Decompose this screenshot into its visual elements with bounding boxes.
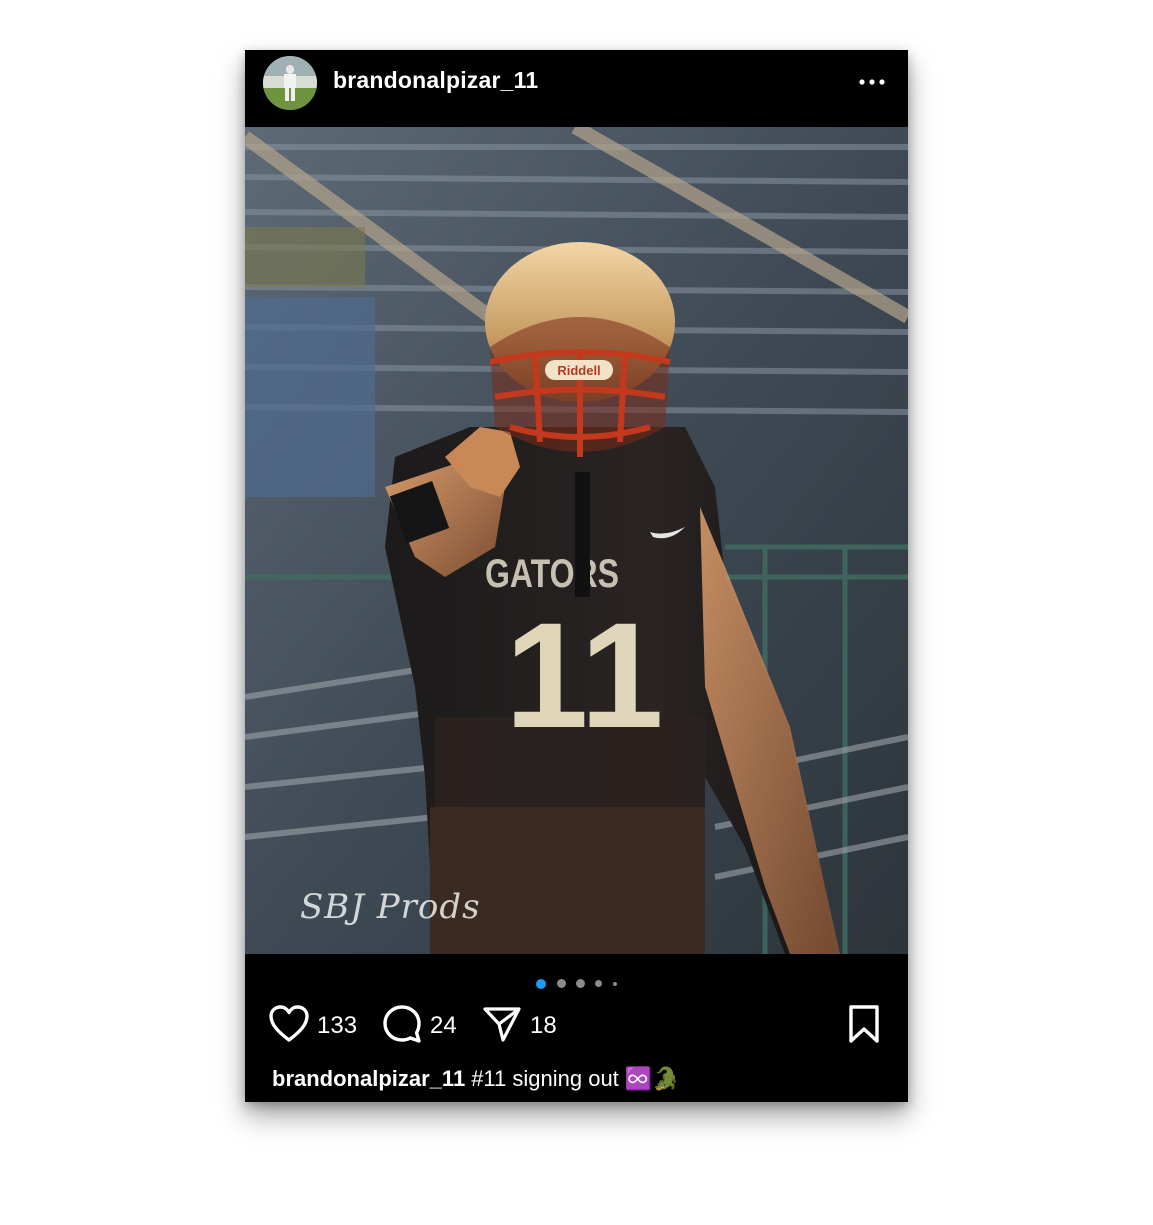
caption-text: #11 signing out ♾️🐊 [471,1066,680,1091]
more-options-icon[interactable] [856,70,888,94]
post-caption: brandonalpizar_11 #11 signing out ♾️🐊 [272,1066,680,1092]
carousel-dot-active [536,978,547,989]
post-photo[interactable]: GATORS 11 Riddell SBJ Prods [245,127,908,954]
carousel-indicator [245,975,908,989]
instagram-post: brandonalpizar_11 GATORS 11 Riddell SBJ … [245,50,908,1102]
post-header: brandonalpizar_11 [245,50,908,127]
helmet-brand: Riddell [557,363,600,378]
photo-watermark: SBJ Prods [300,887,481,927]
comment-button[interactable]: 24 [382,1004,457,1049]
caption-username[interactable]: brandonalpizar_11 [272,1066,465,1091]
share-button[interactable]: 18 [482,1005,557,1047]
bookmark-icon[interactable] [846,1004,882,1049]
heart-icon[interactable] [269,1004,309,1048]
svg-text:GATORS: GATORS [485,551,619,596]
paper-plane-icon[interactable] [482,1004,522,1049]
post-username[interactable]: brandonalpizar_11 [333,67,538,94]
svg-text:11: 11 [505,591,664,759]
comment-count: 24 [430,1012,457,1039]
like-count: 133 [317,1012,358,1039]
share-count: 18 [530,1012,557,1039]
action-bar: 133 24 18 [245,1004,908,1049]
save-button[interactable] [846,1004,882,1049]
avatar[interactable] [263,56,317,110]
carousel-dot [556,979,566,989]
like-button[interactable]: 133 [269,1004,358,1048]
carousel-dot [576,979,585,989]
carousel-dot [612,981,617,986]
comment-icon[interactable] [382,1004,422,1049]
carousel-dot [595,980,603,988]
